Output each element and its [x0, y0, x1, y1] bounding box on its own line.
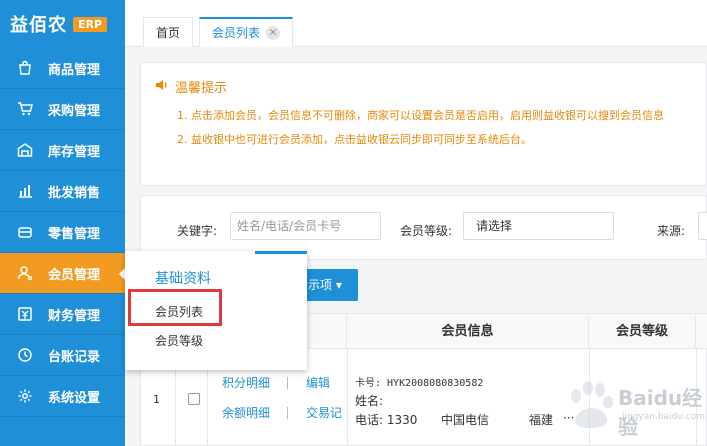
tips-line: 1. 点击添加会员，会员信息不可删除，商家可以设置会员是否启用，启用则益收银可以…	[177, 109, 664, 122]
member-region: 福建	[529, 413, 554, 427]
user-icon	[16, 264, 34, 282]
tips-title: 温馨提示	[155, 77, 706, 96]
gear-icon	[16, 387, 34, 405]
points-detail-link[interactable]: 积分明细	[222, 374, 270, 391]
tab-member-list[interactable]: 会员列表 ×	[199, 17, 294, 47]
sidebar-item-label: 采购管理	[48, 103, 101, 119]
source-label: 来源:	[657, 224, 686, 238]
sidebar-item-finance[interactable]: 财务管理	[0, 294, 125, 335]
sidebar-item-label: 批发销售	[48, 185, 101, 201]
sidebar: 益佰农 ERP 商品管理 采购管理 库存管理 批发销售 零售管理 会员管理 财务…	[0, 0, 126, 446]
sidebar-item-label: 库存管理	[48, 144, 101, 160]
keyword-label: 关键字:	[177, 224, 218, 238]
bar-chart-icon	[16, 182, 34, 200]
table-header-member-info: 会员信息	[347, 314, 589, 349]
baidu-watermark: Baidu经验 jingyan.baidu.com	[560, 372, 706, 439]
speaker-icon	[155, 78, 169, 96]
tips-title-text: 温馨提示	[175, 81, 228, 96]
clock-icon	[16, 346, 34, 364]
table-header-cell	[696, 314, 707, 349]
bulk-actions-label: 示项	[308, 278, 333, 292]
tab-label: 会员列表	[212, 26, 261, 40]
tab-home[interactable]: 首页	[143, 17, 194, 47]
app-name: 益佰农	[10, 15, 67, 36]
bulk-actions-button[interactable]: 示项 ▾	[300, 269, 358, 301]
sidebar-item-label: 会员管理	[48, 267, 101, 283]
sidebar-item-purchase[interactable]: 采购管理	[0, 89, 125, 130]
balance-detail-link[interactable]: 余额明细	[222, 404, 270, 421]
sidebar-item-products[interactable]: 商品管理	[0, 48, 125, 89]
sidebar-item-settings[interactable]: 系统设置	[0, 376, 125, 417]
table-header-member-level: 会员等级	[589, 314, 696, 349]
divider	[287, 377, 288, 389]
sidebar-item-label: 台账记录	[48, 349, 101, 365]
transaction-link[interactable]: 交易记	[306, 404, 346, 421]
source-select[interactable]	[698, 212, 707, 240]
tips-line: 2. 益收银中也可进行会员添加，点击益收银云同步即可同步至系统后台。	[177, 133, 532, 146]
row-index: 1	[153, 393, 160, 406]
tips-panel: 温馨提示 1. 点击添加会员，会员信息不可删除，商家可以设置会员是否启用，启用则…	[140, 62, 707, 186]
submenu-heading: 基础资料	[155, 271, 211, 287]
member-carrier: 中国电信	[441, 413, 490, 427]
cart-icon	[16, 100, 34, 118]
caret-down-icon: ▾	[335, 278, 342, 292]
edit-link[interactable]: 编辑	[306, 374, 330, 391]
bag-icon	[16, 59, 34, 77]
sidebar-item-label: 商品管理	[48, 62, 101, 78]
sidebar-item-ledger[interactable]: 台账记录	[0, 335, 125, 376]
sidebar-item-label: 财务管理	[48, 308, 101, 324]
submenu-item-member-level[interactable]: 会员等级	[155, 332, 203, 349]
erp-badge: ERP	[73, 16, 108, 32]
app-logo[interactable]: 益佰农 ERP	[0, 0, 125, 48]
sidebar-item-wholesale[interactable]: 批发销售	[0, 171, 125, 212]
member-phone: 电话: 1330	[355, 413, 418, 427]
keyword-input[interactable]: 姓名/电话/会员卡号	[230, 212, 381, 240]
close-icon[interactable]: ×	[266, 26, 281, 40]
level-label: 会员等级:	[400, 224, 453, 238]
warehouse-icon	[16, 141, 34, 159]
highlight-box	[128, 289, 222, 326]
finance-icon	[16, 305, 34, 323]
sidebar-item-label: 零售管理	[48, 226, 101, 242]
tab-bar: 首页 会员列表 ×	[125, 0, 707, 47]
sidebar-item-members[interactable]: 会员管理	[0, 253, 126, 294]
member-card-number: 卡号: HYK2008080830582	[355, 378, 484, 389]
member-name: 姓名:	[355, 394, 384, 408]
divider	[287, 407, 288, 419]
sidebar-item-label: 系统设置	[48, 390, 101, 406]
submenu-underline	[255, 251, 307, 254]
sidebar-item-inventory[interactable]: 库存管理	[0, 130, 125, 171]
level-select[interactable]: 请选择	[463, 212, 614, 240]
watermark-text: Baidu经验	[618, 386, 703, 439]
sidebar-nav: 商品管理 采购管理 库存管理 批发销售 零售管理 会员管理 财务管理 台账记录 …	[0, 48, 126, 417]
watermark-sub: jingyan.baidu.com	[622, 412, 706, 422]
store-icon	[16, 223, 34, 241]
row-checkbox[interactable]	[188, 393, 200, 405]
sidebar-item-retail[interactable]: 零售管理	[0, 212, 125, 253]
